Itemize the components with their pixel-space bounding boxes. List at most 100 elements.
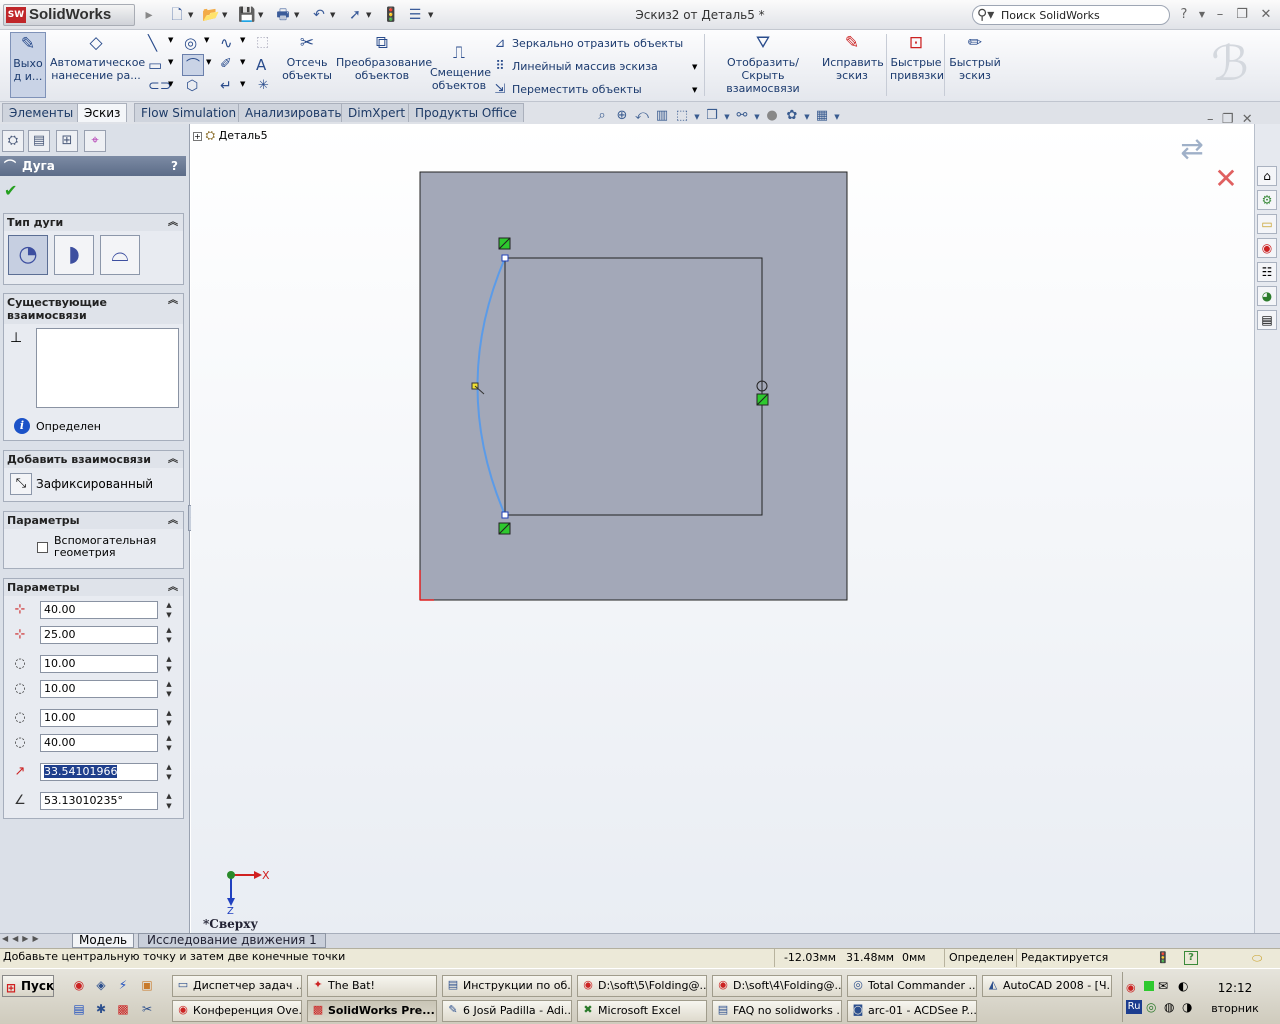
three-point-arc-button[interactable]: ⌓	[100, 235, 140, 275]
help-icon[interactable]: ?	[171, 156, 178, 176]
construction-checkbox[interactable]	[37, 542, 48, 553]
fixed-relation-button[interactable]: ⤡ Зафиксированный	[6, 471, 181, 497]
group-header[interactable]: Параметры ︽	[4, 512, 183, 529]
tab-flow-simulation[interactable]: Flow Simulation	[134, 103, 244, 122]
tray-app-icon[interactable]: ◐	[1178, 979, 1188, 993]
chevron-down-icon[interactable]: ▼	[258, 9, 266, 21]
design-library-icon[interactable]: ⚙	[1257, 190, 1277, 210]
taskbar-acdsee[interactable]: ◙ arc-01 - ACDSee P...	[847, 1000, 977, 1022]
chevron-down-icon[interactable]: ▼	[752, 113, 762, 121]
chevron-down-icon[interactable]: ▼	[832, 113, 842, 121]
property-manager-icon[interactable]: ▤	[28, 130, 50, 152]
custom-properties-icon[interactable]: ▤	[1257, 310, 1277, 330]
open-folder-icon[interactable]: 📂	[202, 6, 220, 24]
rapid-sketch-button[interactable]: ✏ Быстрый эскиз	[948, 32, 1002, 82]
ok-check-icon[interactable]: ✔	[4, 181, 17, 200]
options-icon[interactable]: ☰	[406, 6, 424, 24]
spin-button[interactable]: ▲ ▼	[161, 708, 177, 728]
minimize-window-button[interactable]: –	[1212, 7, 1228, 23]
taskbar-solidworks[interactable]: ▩ SolidWorks Pre...	[307, 1000, 437, 1022]
center-point-arc-button[interactable]: ◔	[8, 235, 48, 275]
zoom-to-fit-icon[interactable]: ⌕	[592, 108, 612, 123]
tangent-arc-button[interactable]: ◗	[54, 235, 94, 275]
tab-sketch[interactable]: Эскиз	[77, 103, 128, 122]
zoom-area-icon[interactable]: ⊕	[612, 108, 632, 123]
polygon-icon[interactable]: ⬡	[186, 78, 198, 94]
confirmation-corner-exit-icon[interactable]: ⇄	[1172, 132, 1212, 172]
chevron-down-icon[interactable]: ▼	[294, 9, 302, 21]
collapse-icon[interactable]: ︽	[168, 512, 178, 529]
close-window-button[interactable]: ✕	[1258, 7, 1274, 23]
chevron-down-icon[interactable]: ▼	[428, 9, 436, 21]
group-header[interactable]: Существующие взаимосвязи ︽	[4, 294, 183, 324]
collapse-icon[interactable]: ︽	[168, 214, 178, 231]
print-icon[interactable]: 🖶	[274, 6, 292, 24]
line-icon[interactable]: ╲	[148, 34, 157, 52]
start-x-input[interactable]: 10.00	[40, 655, 158, 673]
restore-window-button[interactable]: ❐	[1234, 7, 1250, 23]
rebuild-traffic-light-icon[interactable]: 🚦	[382, 6, 400, 24]
taskbar-autocad[interactable]: ◭ AutoCAD 2008 - [Ч...	[982, 975, 1112, 997]
taskbar-faq[interactable]: ▤ FAQ no solidworks ...	[712, 1000, 842, 1022]
solidworks-menu-button[interactable]: SW SolidWorks	[3, 4, 135, 26]
start-y-input[interactable]: 10.00	[40, 680, 158, 698]
minimize-doc-icon[interactable]: –	[1207, 112, 1214, 127]
quicklaunch-app-icon[interactable]: ⚡	[114, 976, 132, 994]
collapse-icon[interactable]: ︽	[168, 451, 178, 468]
linear-pattern-button[interactable]: ⠿ Линейный массив эскиза	[492, 58, 702, 76]
move-entities-button[interactable]: ⇲ Переместить объекты	[492, 81, 702, 99]
quicklaunch-app-icon[interactable]: ✱	[92, 1000, 110, 1018]
chevron-down-icon[interactable]: ▼	[188, 9, 196, 21]
taskbar-music[interactable]: ✎ 6 Josй Padilla - Adi...	[442, 1000, 572, 1022]
quicklaunch-save-icon[interactable]: ▤	[70, 1000, 88, 1018]
new-document-icon[interactable]: 🗋	[168, 6, 186, 24]
repair-sketch-button[interactable]: ✎ Исправить эскиз	[822, 32, 884, 82]
quick-snaps-button[interactable]: ⊡ Быстрые привязки	[890, 32, 944, 82]
group-header[interactable]: Параметры ︽	[4, 579, 183, 596]
sketch-fillet-icon[interactable]: ✐	[220, 56, 232, 72]
feature-tree-flyout[interactable]: + ⛭ Деталь5	[193, 128, 313, 144]
taskbar-conference[interactable]: ◉ Конференция Ove...	[172, 1000, 302, 1022]
home-icon[interactable]: ⌂	[1257, 166, 1277, 186]
group-header[interactable]: Добавить взаимосвязи ︽	[4, 451, 183, 468]
tray-app-icon[interactable]: ◎	[1146, 1000, 1156, 1014]
taskbar-instructions[interactable]: ▤ Инструкции по об...	[442, 975, 572, 997]
offset-entities-button[interactable]: ⎍ Смещение объектов	[430, 42, 491, 92]
display-style-icon[interactable]: ❒	[702, 108, 722, 123]
search-box[interactable]: ⚲▾ Поиск SolidWorks	[972, 5, 1170, 25]
tab-dimxpert[interactable]: DimXpert	[341, 103, 413, 122]
quicklaunch-app-icon[interactable]: ▣	[138, 976, 156, 994]
collapse-icon[interactable]: ︽	[168, 579, 178, 596]
tray-app-icon[interactable]: ✉	[1158, 979, 1168, 993]
taskbar-total-commander[interactable]: ◎ Total Commander ...	[847, 975, 977, 997]
spin-button[interactable]: ▲ ▼	[161, 733, 177, 753]
exit-sketch-button[interactable]: ✎ Выхо д и...	[10, 32, 46, 98]
circle-icon[interactable]: ◎	[184, 34, 197, 52]
smart-dimension-button[interactable]: ◇ Автоматическое нанесение ра...	[50, 32, 145, 82]
chevron-down-icon[interactable]: ▼	[692, 63, 697, 71]
spin-button[interactable]: ▲ ▼	[161, 625, 177, 645]
configuration-manager-icon[interactable]: ⊞	[56, 130, 78, 152]
end-y-input[interactable]: 40.00	[40, 734, 158, 752]
quicklaunch-opera-icon[interactable]: ◉	[70, 976, 88, 994]
tray-clock-time[interactable]: 12:12	[1210, 981, 1260, 995]
end-x-input[interactable]: 10.00	[40, 709, 158, 727]
tab-model[interactable]: Модель	[72, 933, 135, 948]
spin-button[interactable]: ▲ ▼	[161, 679, 177, 699]
rebuild-status-icon[interactable]: 🚦	[1156, 951, 1170, 964]
tray-language-indicator[interactable]: Ru	[1126, 1000, 1142, 1014]
hide-show-items-icon[interactable]: ⚯	[732, 108, 752, 123]
help-status-icon[interactable]: ?	[1184, 951, 1198, 965]
undo-icon[interactable]: ↶	[310, 6, 328, 24]
text-icon[interactable]: A	[256, 56, 266, 74]
previous-view-icon[interactable]: ⤺	[632, 108, 652, 123]
centerline-icon[interactable]: ↵	[220, 78, 232, 94]
save-icon[interactable]: 💾	[238, 6, 256, 24]
start-button[interactable]: ⊞ Пуск	[2, 975, 54, 997]
edit-appearance-icon[interactable]: ●	[762, 108, 782, 123]
view-palette-icon[interactable]: ☷	[1257, 262, 1277, 282]
taskbar-the-bat[interactable]: ✦ The Bat!	[307, 975, 437, 997]
chevron-down-icon[interactable]: ▼	[240, 58, 245, 66]
tray-status-icon[interactable]	[1144, 981, 1154, 991]
rectangle-icon[interactable]: ▭	[148, 56, 162, 74]
